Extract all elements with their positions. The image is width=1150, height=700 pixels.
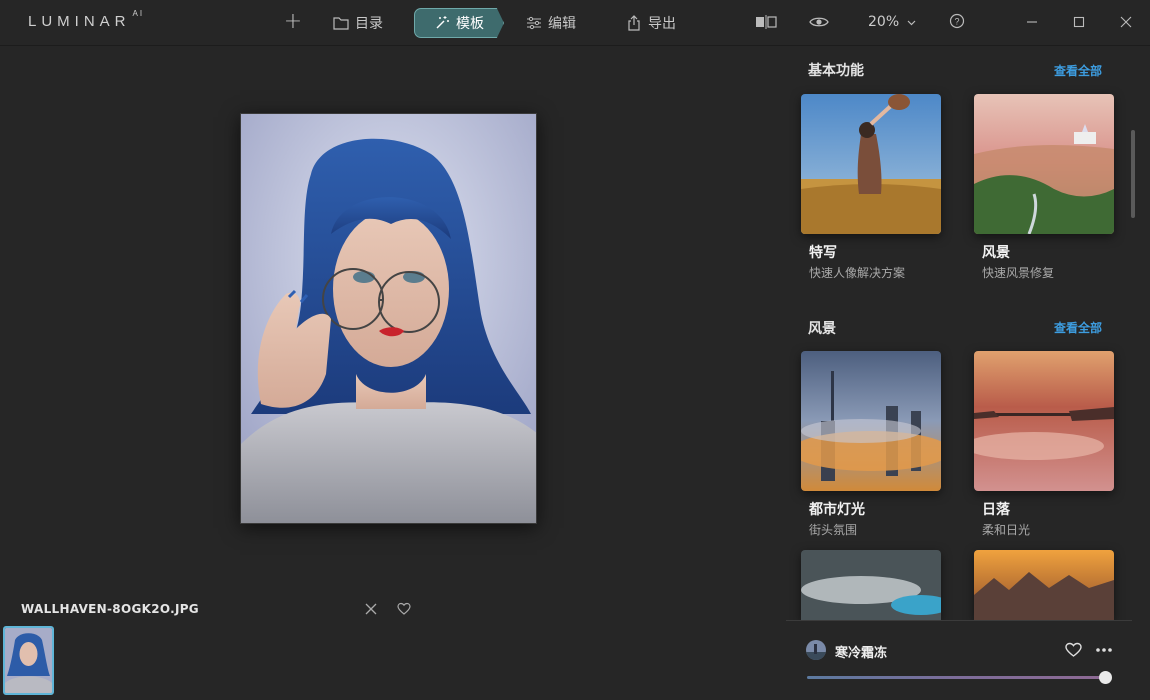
- close-icon: [364, 601, 378, 620]
- preset-more-button[interactable]: [1095, 642, 1115, 660]
- tab-catalog[interactable]: 目录: [333, 8, 383, 38]
- preset-thumbnail: [806, 640, 826, 660]
- close-photo-button[interactable]: [364, 601, 380, 617]
- compare-icon: [755, 14, 777, 33]
- minimize-icon: [1026, 13, 1038, 32]
- template-desc: 快速人像解决方案: [809, 266, 906, 280]
- logo-suffix: AI: [132, 9, 145, 18]
- maximize-button[interactable]: [1069, 12, 1089, 32]
- chevron-down-icon: [907, 14, 916, 30]
- section-title-basics: 基本功能: [808, 63, 864, 79]
- template-name: 日落: [982, 502, 1010, 518]
- template-thumbnail: [974, 550, 1114, 620]
- main-photo[interactable]: [240, 113, 537, 524]
- sliders-icon: [526, 15, 542, 31]
- heart-icon: [397, 601, 411, 620]
- see-all-landscape-link[interactable]: 查看全部: [1054, 319, 1102, 336]
- app-logo: LUMINAR AI: [28, 9, 144, 30]
- tab-edit-label: 编辑: [548, 16, 576, 32]
- template-thumbnail: [974, 94, 1114, 234]
- compare-button[interactable]: [755, 14, 777, 32]
- portrait-image: [241, 114, 536, 523]
- template-desc: 街头氛围: [809, 523, 858, 537]
- heart-icon: [1065, 642, 1082, 662]
- zoom-value: 20%: [868, 14, 900, 30]
- see-all-basics-link[interactable]: 查看全部: [1054, 62, 1102, 79]
- minimize-button[interactable]: [1022, 12, 1042, 32]
- tab-export-label: 导出: [648, 16, 676, 32]
- preset-amount-slider[interactable]: [807, 676, 1105, 679]
- magic-wand-icon: [434, 15, 450, 31]
- filmstrip-thumbnail[interactable]: [3, 626, 54, 695]
- template-desc: 柔和日光: [982, 523, 1031, 537]
- thumbnail-image: [5, 628, 52, 693]
- template-name: 风景: [982, 245, 1010, 261]
- photo-filename: WALLHAVEN-8OGK2O.JPG: [21, 602, 199, 616]
- template-thumbnail: [801, 94, 941, 234]
- template-card-storm[interactable]: [801, 550, 941, 620]
- share-icon: [626, 15, 642, 31]
- template-card-closeup[interactable]: 特写 快速人像解决方案: [801, 94, 941, 281]
- section-title-landscape: 风景: [808, 321, 836, 337]
- template-card-mountains[interactable]: [974, 550, 1114, 620]
- tab-templates-label: 模板: [456, 16, 484, 32]
- template-card-landscape[interactable]: 风景 快速风景修复: [974, 94, 1114, 281]
- preview-button[interactable]: [808, 14, 830, 32]
- template-name: 都市灯光: [809, 502, 865, 518]
- luminar-app-window: LUMINAR AI + 目录 模板 编辑 导出 20% ? WALLHAVEN…: [0, 0, 1150, 700]
- tab-catalog-label: 目录: [355, 16, 383, 32]
- maximize-icon: [1073, 13, 1085, 32]
- logo-text: LUMINAR: [28, 13, 131, 30]
- zoom-dropdown[interactable]: 20%: [868, 14, 916, 30]
- tab-export[interactable]: 导出: [626, 8, 676, 38]
- template-desc: 快速风景修复: [982, 266, 1055, 280]
- close-icon: [1120, 13, 1132, 32]
- help-button[interactable]: ?: [946, 13, 968, 33]
- add-button[interactable]: +: [283, 10, 303, 34]
- tab-edit[interactable]: 编辑: [526, 8, 576, 38]
- top-toolbar: LUMINAR AI + 目录 模板 编辑 导出 20% ?: [0, 0, 1150, 46]
- tab-templates[interactable]: 模板: [414, 8, 504, 38]
- help-icon: ?: [949, 13, 965, 33]
- panel-scrollbar[interactable]: [1131, 130, 1135, 218]
- eye-icon: [809, 14, 829, 33]
- favorite-photo-button[interactable]: [397, 601, 413, 617]
- template-thumbnail: [801, 351, 941, 491]
- template-thumbnail: [801, 550, 941, 620]
- applied-preset-name: 寒冷霜冻: [835, 646, 888, 661]
- close-window-button[interactable]: [1116, 12, 1136, 32]
- svg-text:?: ?: [954, 17, 959, 27]
- template-thumbnail: [974, 351, 1114, 491]
- template-card-sunset[interactable]: 日落 柔和日光: [974, 351, 1114, 538]
- folder-icon: [333, 15, 349, 31]
- preset-amount-handle[interactable]: [1099, 671, 1112, 684]
- favorite-preset-button[interactable]: [1065, 642, 1083, 660]
- template-card-city-lights[interactable]: 都市灯光 街头氛围: [801, 351, 941, 538]
- more-dots-icon: [1095, 643, 1113, 662]
- template-name: 特写: [809, 245, 837, 261]
